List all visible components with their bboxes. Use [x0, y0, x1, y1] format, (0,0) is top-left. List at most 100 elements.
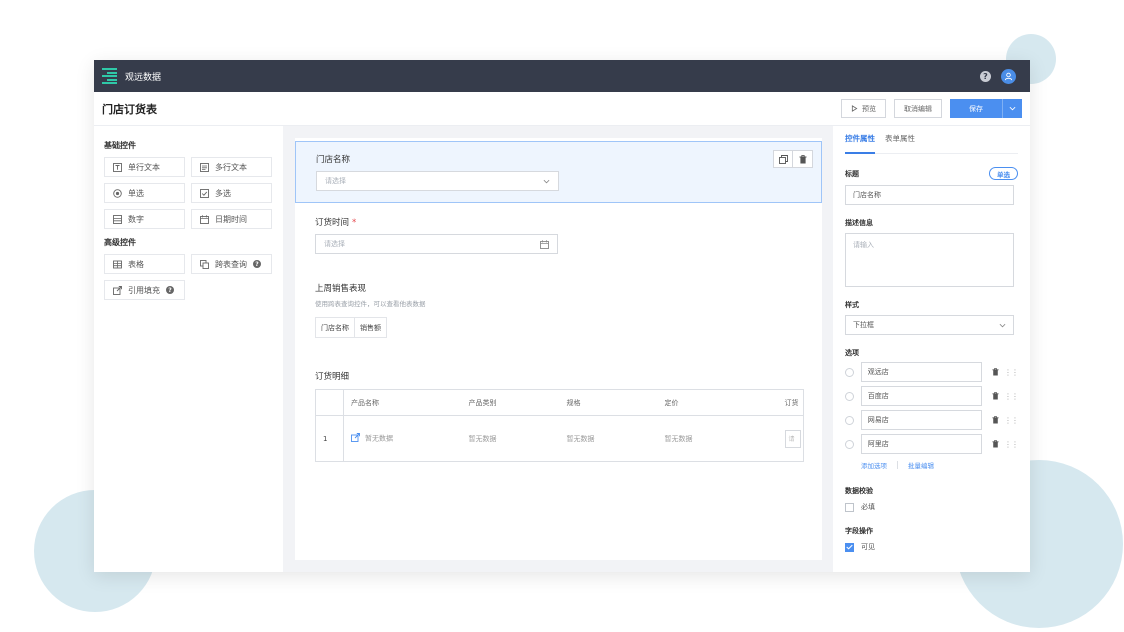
check-icon	[846, 544, 853, 550]
help-icon[interactable]: ?	[980, 70, 991, 82]
app-name: 观远数据	[125, 72, 162, 83]
title-input[interactable]: 门店名称	[845, 185, 1014, 205]
order-qty-input[interactable]: 请	[784, 429, 801, 448]
control-datetime[interactable]: 日期时间	[191, 209, 272, 229]
option-radio[interactable]	[845, 391, 854, 401]
required-label: 必填	[861, 503, 875, 511]
properties-panel: 控件属性 表单属性 标题 单选 门店名称 描述信息 请输入 样式 下拉框 选项 …	[833, 126, 1030, 572]
add-option-link[interactable]: 添加选项	[861, 460, 887, 470]
save-group: 保存	[950, 99, 1022, 118]
query-columns: 门店名称 销售额	[315, 317, 426, 338]
visible-label: 可见	[861, 543, 875, 551]
drag-handle-icon[interactable]: ⋮⋮	[1004, 392, 1019, 401]
advanced-controls-title: 高级控件	[104, 238, 136, 247]
mini-placeholder: 请	[788, 436, 795, 443]
cancel-edit-button[interactable]: 取消编辑	[894, 99, 942, 118]
preview-label: 预览	[862, 104, 876, 113]
option-input[interactable]: 网易店	[860, 410, 983, 430]
field-order-detail[interactable]: 订货明细 产品名称 产品类别 规格 定价 订货 1 暂无数据 暂无数据 暂无数据…	[315, 370, 804, 462]
number-icon	[113, 214, 122, 224]
option-input[interactable]: 百度店	[860, 386, 983, 406]
table-header-row: 产品名称 产品类别 规格 定价 订货	[315, 389, 804, 416]
title-bar: 门店订货表 预览 取消编辑 保存	[94, 92, 1030, 126]
control-radio[interactable]: 单选	[104, 183, 185, 203]
control-single-line-text[interactable]: 单行文本	[104, 157, 185, 177]
option-input[interactable]: 阿里店	[860, 434, 983, 454]
drag-handle-icon[interactable]: ⋮⋮	[1004, 368, 1019, 377]
trash-icon[interactable]	[991, 368, 999, 376]
table-cell: 请	[783, 416, 804, 462]
copy-link-icon	[200, 259, 209, 269]
copy-field-button[interactable]	[773, 150, 793, 168]
calendar-icon	[540, 239, 549, 249]
basic-controls-title: 基础控件	[104, 141, 136, 150]
table-row: 1 暂无数据 暂无数据 暂无数据 暂无数据 请	[315, 415, 804, 462]
option-radio[interactable]	[845, 415, 854, 425]
control-table[interactable]: 表格	[104, 254, 185, 274]
query-column: 销售额	[355, 317, 387, 338]
table-cell: 暂无数据	[344, 416, 462, 462]
save-dropdown-button[interactable]	[1002, 99, 1022, 118]
trash-icon[interactable]	[991, 392, 999, 400]
tab-form-props[interactable]: 表单属性	[885, 126, 915, 154]
visible-checkbox-row[interactable]: 可见	[845, 542, 1018, 552]
app-logo-icon	[102, 68, 117, 84]
control-label: 多行文本	[215, 162, 247, 172]
option-row: 观远店 ⋮⋮	[845, 362, 1019, 382]
table-icon	[113, 260, 122, 269]
control-number[interactable]: 数字	[104, 209, 185, 229]
trash-icon[interactable]	[991, 440, 999, 448]
style-select[interactable]: 下拉框	[845, 315, 1014, 335]
table-header: 产品名称	[343, 389, 462, 416]
form-card: 门店名称 请选择 订货时间 * 请选择 上周销售表现 使用跨表查询控件，可以查看…	[295, 138, 822, 560]
store-select[interactable]: 请选择	[316, 171, 559, 191]
field-label: 门店名称	[316, 155, 351, 165]
tab-control-props[interactable]: 控件属性	[845, 126, 875, 154]
control-cross-table-query[interactable]: 跨表查询 ?	[191, 254, 272, 274]
required-checkbox[interactable]	[845, 502, 854, 512]
control-label: 单行文本	[128, 162, 160, 172]
control-label: 引用填充	[128, 285, 160, 295]
batch-edit-link[interactable]: 批量编辑	[908, 460, 934, 470]
prop-label: 样式	[845, 301, 859, 309]
reference-icon	[113, 285, 122, 295]
reference-icon	[351, 433, 360, 444]
preview-button[interactable]: 预览	[841, 99, 886, 118]
copy-icon	[778, 154, 788, 164]
required-checkbox-row[interactable]: 必填	[845, 502, 1018, 512]
table-cell: 暂无数据	[468, 434, 497, 443]
field-store-name[interactable]: 门店名称 请选择	[295, 141, 822, 203]
prop-label: 字段操作	[845, 527, 873, 535]
trash-icon	[799, 154, 806, 163]
option-radio[interactable]	[845, 439, 854, 449]
trash-icon[interactable]	[991, 416, 999, 424]
field-order-time[interactable]: 订货时间 * 请选择	[315, 216, 558, 254]
control-label: 跨表查询	[215, 259, 247, 269]
control-reference-fill[interactable]: 引用填充 ?	[104, 280, 185, 300]
option-input[interactable]: 观远店	[860, 362, 983, 382]
chevron-down-icon	[999, 323, 1006, 327]
control-multi-line-text[interactable]: 多行文本	[191, 157, 272, 177]
table-header: 产品类别	[461, 389, 560, 416]
save-button[interactable]: 保存	[950, 99, 1002, 118]
date-placeholder: 请选择	[324, 240, 345, 248]
user-icon	[1004, 72, 1013, 80]
field-actions	[773, 150, 813, 168]
table-cell: 暂无数据	[566, 434, 595, 443]
help-icon[interactable]: ?	[253, 260, 261, 268]
drag-handle-icon[interactable]: ⋮⋮	[1004, 440, 1019, 449]
control-label: 数字	[128, 214, 144, 224]
help-icon[interactable]: ?	[166, 286, 174, 294]
control-type-badge[interactable]: 单选	[989, 167, 1018, 180]
delete-field-button[interactable]	[793, 150, 813, 168]
drag-handle-icon[interactable]: ⋮⋮	[1004, 416, 1019, 425]
option-radio[interactable]	[845, 367, 854, 377]
properties-tabs: 控件属性 表单属性	[845, 126, 1018, 154]
field-last-week-sales[interactable]: 上周销售表现 使用跨表查询控件，可以查看他表数据 门店名称 销售额	[315, 282, 426, 338]
avatar[interactable]	[1001, 68, 1016, 84]
control-checkbox[interactable]: 多选	[191, 183, 272, 203]
visible-checkbox[interactable]	[845, 542, 854, 552]
date-picker[interactable]: 请选择	[315, 234, 558, 254]
description-textarea[interactable]: 请输入	[845, 233, 1014, 287]
prop-label: 数据校验	[845, 487, 873, 495]
